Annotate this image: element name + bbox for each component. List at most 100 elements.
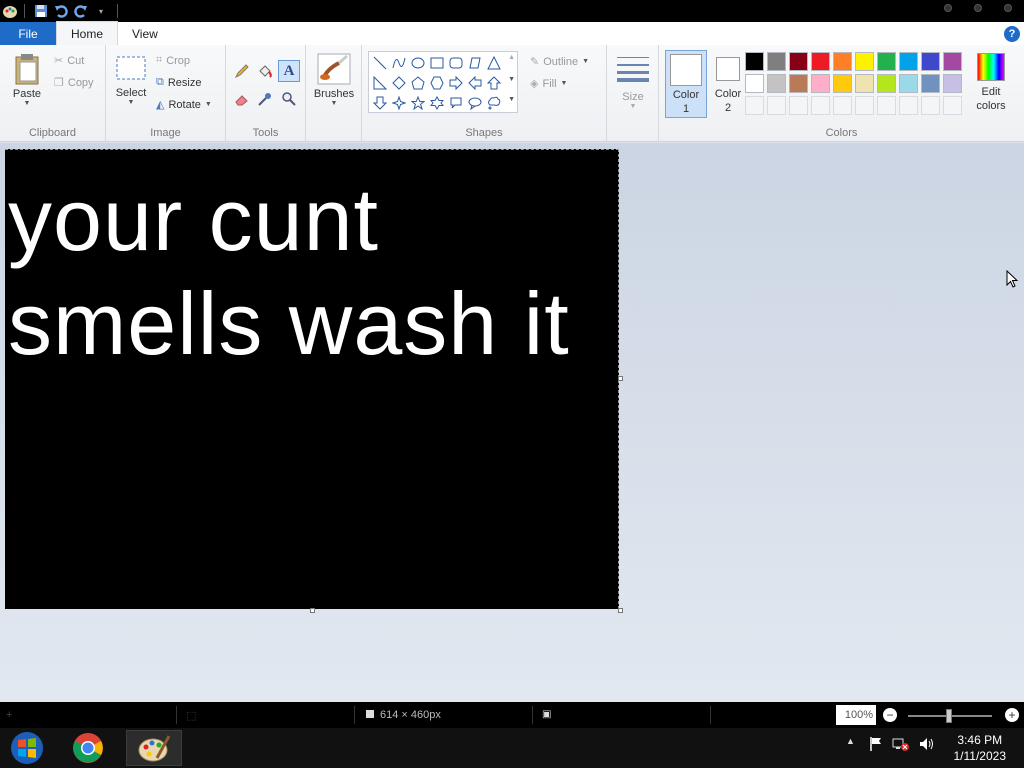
outline-button[interactable]: ✎ Outline ▼ — [530, 55, 589, 69]
text-tool-icon[interactable]: A — [278, 60, 300, 82]
minimize-button[interactable] — [944, 4, 952, 12]
palette-swatch[interactable] — [767, 96, 786, 115]
edit-colors-button[interactable]: Edit colors — [971, 53, 1011, 113]
system-clock[interactable]: 3:46 PM 1/11/2023 — [954, 732, 1007, 764]
paint-app-icon[interactable] — [2, 3, 18, 19]
six-point-star-shape-icon[interactable] — [428, 94, 446, 112]
color2-button[interactable]: Color 2 — [711, 53, 745, 115]
action-center-flag-icon[interactable] — [868, 736, 884, 752]
scroll-down-icon[interactable]: ▼ — [508, 76, 515, 83]
palette-swatch[interactable] — [943, 96, 962, 115]
rotate-button[interactable]: ◭ Rotate ▼ — [156, 98, 212, 112]
hexagon-shape-icon[interactable] — [428, 74, 446, 92]
diamond-shape-icon[interactable] — [390, 74, 408, 92]
palette-swatch[interactable] — [899, 96, 918, 115]
start-button[interactable] — [6, 730, 48, 766]
palette-swatch[interactable] — [811, 52, 830, 71]
polygon-shape-icon[interactable] — [466, 54, 484, 72]
down-arrow-shape-icon[interactable] — [371, 94, 389, 112]
palette-swatch[interactable] — [855, 52, 874, 71]
palette-swatch[interactable] — [789, 74, 808, 93]
canvas-workspace[interactable]: your cunt smells wash it — [0, 143, 1024, 702]
oval-shape-icon[interactable] — [409, 54, 427, 72]
palette-swatch[interactable] — [921, 74, 940, 93]
cut-button[interactable]: ✂ Cut — [54, 54, 84, 68]
palette-swatch[interactable] — [833, 74, 852, 93]
cloud-callout-shape-icon[interactable] — [485, 94, 503, 112]
close-button[interactable] — [1004, 4, 1012, 12]
right-triangle-shape-icon[interactable] — [371, 74, 389, 92]
palette-swatch[interactable] — [943, 74, 962, 93]
palette-swatch[interactable] — [767, 74, 786, 93]
palette-swatch[interactable] — [833, 96, 852, 115]
palette-swatch[interactable] — [745, 96, 764, 115]
maximize-button[interactable] — [974, 4, 982, 12]
brushes-button[interactable]: Brushes ▼ — [310, 53, 358, 107]
palette-swatch[interactable] — [745, 74, 764, 93]
palette-swatch[interactable] — [767, 52, 786, 71]
resize-button[interactable]: ⧉ Resize — [156, 76, 201, 89]
magnifier-icon[interactable] — [281, 91, 297, 107]
select-button[interactable]: Select ▼ — [114, 55, 148, 106]
fill-bucket-icon[interactable] — [257, 63, 273, 79]
zoom-in-button[interactable]: + — [1005, 708, 1019, 722]
save-icon[interactable] — [31, 2, 51, 20]
palette-swatch[interactable] — [811, 96, 830, 115]
taskbar-chrome[interactable] — [62, 730, 114, 766]
taskbar-paint[interactable] — [126, 730, 182, 766]
palette-swatch[interactable] — [855, 74, 874, 93]
palette-swatch[interactable] — [855, 96, 874, 115]
resize-handle-corner[interactable] — [618, 608, 623, 613]
left-arrow-shape-icon[interactable] — [466, 74, 484, 92]
rectangle-shape-icon[interactable] — [428, 54, 446, 72]
palette-swatch[interactable] — [921, 52, 940, 71]
eraser-icon[interactable] — [234, 91, 250, 107]
fill-button[interactable]: ◈ Fill ▼ — [530, 77, 567, 91]
palette-swatch[interactable] — [833, 52, 852, 71]
palette-swatch[interactable] — [789, 96, 808, 115]
more-shapes-icon[interactable]: ▼ — [508, 96, 515, 103]
undo-icon[interactable] — [51, 2, 71, 20]
pentagon-shape-icon[interactable] — [409, 74, 427, 92]
show-hidden-icons[interactable]: ▲ — [846, 736, 855, 746]
crop-button[interactable]: ⌗ Crop — [156, 54, 190, 67]
paste-button[interactable]: Paste ▼ — [8, 53, 46, 107]
zoom-out-button[interactable]: − — [883, 708, 897, 722]
resize-handle-bottom[interactable] — [310, 608, 315, 613]
zoom-slider-thumb[interactable] — [946, 709, 952, 723]
color-picker-icon[interactable] — [257, 91, 273, 107]
tab-view[interactable]: View — [118, 22, 172, 45]
five-point-star-shape-icon[interactable] — [409, 94, 427, 112]
oval-callout-shape-icon[interactable] — [466, 94, 484, 112]
rounded-callout-shape-icon[interactable] — [447, 94, 465, 112]
palette-swatch[interactable] — [877, 96, 896, 115]
tab-file[interactable]: File — [0, 22, 56, 45]
rounded-rectangle-shape-icon[interactable] — [447, 54, 465, 72]
palette-swatch[interactable] — [811, 74, 830, 93]
up-arrow-shape-icon[interactable] — [485, 74, 503, 92]
resize-handle-right[interactable] — [618, 376, 623, 381]
tab-home[interactable]: Home — [56, 21, 119, 45]
volume-icon[interactable] — [918, 736, 934, 752]
help-icon[interactable]: ? — [1004, 26, 1020, 42]
network-disconnected-icon[interactable] — [892, 736, 910, 752]
drawing-canvas[interactable]: your cunt smells wash it — [5, 149, 619, 609]
palette-swatch[interactable] — [745, 52, 764, 71]
palette-swatch[interactable] — [921, 96, 940, 115]
palette-swatch[interactable] — [943, 52, 962, 71]
palette-swatch[interactable] — [789, 52, 808, 71]
triangle-shape-icon[interactable] — [485, 54, 503, 72]
palette-swatch[interactable] — [899, 52, 918, 71]
customize-quick-access-icon[interactable]: ▾ — [91, 2, 111, 20]
four-point-star-shape-icon[interactable] — [390, 94, 408, 112]
size-button[interactable]: Size ▼ — [615, 55, 651, 110]
color1-button[interactable]: Color 1 — [665, 50, 707, 118]
redo-icon[interactable] — [71, 2, 91, 20]
scroll-up-icon[interactable]: ▲ — [508, 54, 515, 61]
palette-swatch[interactable] — [877, 52, 896, 71]
palette-swatch[interactable] — [899, 74, 918, 93]
curve-shape-icon[interactable] — [390, 54, 408, 72]
line-shape-icon[interactable] — [371, 54, 389, 72]
right-arrow-shape-icon[interactable] — [447, 74, 465, 92]
palette-swatch[interactable] — [877, 74, 896, 93]
